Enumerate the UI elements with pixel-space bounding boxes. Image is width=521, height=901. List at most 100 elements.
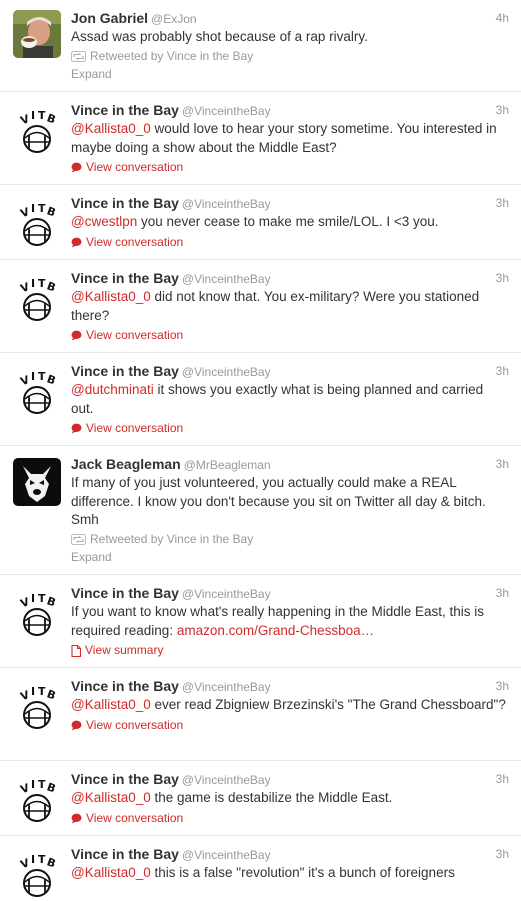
tweet-text: @dutchminati it shows you exactly what i… — [71, 381, 509, 418]
user-handle[interactable]: @VinceintheBay — [182, 848, 271, 862]
expand-link[interactable]: Expand — [71, 549, 509, 566]
user-handle[interactable]: @MrBeagleman — [184, 458, 271, 472]
tweet[interactable]: V I T B Vince in the Bay @VinceintheBay 3h @Kal… — [0, 260, 521, 353]
retweeted-by-label[interactable]: Retweeted by Vince in the Bay — [90, 531, 253, 548]
tweet[interactable]: V I T B Vince in the Bay @VinceintheBay 3h @Kal… — [0, 92, 521, 185]
retweet-indicator: Retweeted by Vince in the Bay — [71, 531, 509, 548]
mention-link[interactable]: @cwestlpn — [71, 214, 137, 229]
view-conversation-link[interactable]: View conversation — [71, 327, 509, 344]
tweet[interactable]: V I T B Vince in the Bay @VinceintheBay 3h @cwe… — [0, 185, 521, 260]
tweet-text-segment: If many of you just volunteered, you act… — [71, 475, 486, 528]
svg-text:I: I — [31, 202, 35, 215]
vitb-avatar[interactable]: VITB — [13, 685, 61, 733]
view-conversation-link[interactable]: View conversation — [71, 420, 509, 437]
view-conversation-link[interactable]: View conversation — [71, 810, 509, 827]
view-conversation-link[interactable]: View conversation — [71, 159, 509, 176]
vitb-avatar[interactable]: VITB — [13, 370, 61, 418]
action-label: View conversation — [86, 328, 184, 343]
timestamp[interactable]: 3h — [496, 845, 509, 863]
user-name[interactable]: Vince in the Bay — [71, 585, 179, 601]
user-handle[interactable]: @VinceintheBay — [182, 272, 271, 286]
view-conversation-link[interactable]: View conversation — [71, 717, 509, 734]
tweet[interactable]: V I T B Vince in the Bay @VinceintheBay 3h @Kal… — [0, 836, 521, 901]
photo-avatar[interactable] — [13, 10, 61, 58]
dog-avatar[interactable] — [13, 458, 61, 506]
speech-bubble-icon — [71, 720, 82, 731]
tweet-text: @Kallista0_0 did not know that. You ex-m… — [71, 288, 509, 325]
timestamp[interactable]: 3h — [496, 269, 509, 287]
timestamp[interactable]: 3h — [496, 101, 509, 119]
vitb-avatar[interactable]: VITB — [13, 778, 61, 826]
tweet-header: Vince in the Bay @VinceintheBay — [71, 677, 509, 695]
tweet-header: Jon Gabriel @ExJon — [71, 9, 509, 27]
retweeted-by-label[interactable]: Retweeted by Vince in the Bay — [90, 48, 253, 65]
mention-link[interactable]: @Kallista0_0 — [71, 121, 151, 136]
mention-link[interactable]: @Kallista0_0 — [71, 289, 151, 304]
user-name[interactable]: Jon Gabriel — [71, 10, 148, 26]
timestamp[interactable]: 3h — [496, 455, 509, 473]
url-link[interactable]: amazon.com/Grand-Chessboa… — [177, 623, 374, 638]
user-handle[interactable]: @VinceintheBay — [182, 773, 271, 787]
user-name[interactable]: Vince in the Bay — [71, 678, 179, 694]
tweet[interactable]: V I T B Vince in the Bay @VinceintheBay 3h @dut… — [0, 353, 521, 446]
mention-link[interactable]: @Kallista0_0 — [71, 790, 151, 805]
view-summary-link[interactable]: View summary — [71, 642, 509, 659]
timestamp[interactable]: 3h — [496, 770, 509, 788]
timestamp[interactable]: 3h — [496, 362, 509, 380]
svg-text:T: T — [38, 370, 46, 383]
user-name[interactable]: Vince in the Bay — [71, 771, 179, 787]
timestamp[interactable]: 4h — [496, 9, 509, 27]
user-name[interactable]: Vince in the Bay — [71, 102, 179, 118]
timestamp[interactable]: 3h — [496, 194, 509, 212]
mention-link[interactable]: @Kallista0_0 — [71, 697, 151, 712]
tweet-header: Vince in the Bay @VinceintheBay — [71, 194, 509, 212]
mention-link[interactable]: @dutchminati — [71, 382, 154, 397]
mention-link[interactable]: @Kallista0_0 — [71, 865, 151, 880]
tweet[interactable]: Jon Gabriel @ExJon 4h Assad was probably sh… — [0, 0, 521, 92]
tweet-header: Jack Beagleman @MrBeagleman — [71, 455, 509, 473]
user-handle[interactable]: @VinceintheBay — [182, 197, 271, 211]
vitb-avatar[interactable]: VITB — [13, 277, 61, 325]
user-handle[interactable]: @VinceintheBay — [182, 365, 271, 379]
retweet-icon — [71, 533, 86, 545]
tweet[interactable]: V I T B Vince in the Bay @VinceintheBay 3h If y… — [0, 575, 521, 668]
tweet-text: @Kallista0_0 ever read Zbigniew Brzezins… — [71, 696, 509, 715]
tweet-text-segment: this is a false "revolution" it's a bunc… — [150, 865, 455, 880]
tweet-text: @Kallista0_0 this is a false "revolution… — [71, 864, 509, 883]
svg-text:T: T — [38, 853, 46, 866]
user-handle[interactable]: @VinceintheBay — [182, 104, 271, 118]
tweet[interactable]: V I T B Vince in the Bay @VinceintheBay 3h @Kal… — [0, 761, 521, 836]
user-handle[interactable]: @VinceintheBay — [182, 680, 271, 694]
tweet[interactable]: V I T B Vince in the Bay @VinceintheBay 3h @Kal… — [0, 668, 521, 761]
expand-link[interactable]: Expand — [71, 66, 509, 83]
user-handle[interactable]: @ExJon — [151, 12, 197, 26]
action-label: View conversation — [86, 234, 184, 249]
tweet-header: Vince in the Bay @VinceintheBay — [71, 584, 509, 602]
vitb-avatar[interactable]: VITB — [13, 592, 61, 640]
svg-text:T: T — [38, 592, 46, 605]
speech-bubble-icon — [71, 330, 82, 341]
tweet-text-segment: the game is destabilize the Middle East. — [150, 790, 393, 805]
tweet-header: Vince in the Bay @VinceintheBay — [71, 269, 509, 287]
user-name[interactable]: Vince in the Bay — [71, 270, 179, 286]
tweet-header: Vince in the Bay @VinceintheBay — [71, 101, 509, 119]
user-name[interactable]: Jack Beagleman — [71, 456, 181, 472]
speech-bubble-icon — [71, 162, 82, 173]
action-label: View conversation — [86, 421, 184, 436]
action-label: View summary — [85, 643, 164, 658]
user-name[interactable]: Vince in the Bay — [71, 846, 179, 862]
user-name[interactable]: Vince in the Bay — [71, 363, 179, 379]
user-name[interactable]: Vince in the Bay — [71, 195, 179, 211]
tweet-stream: Jon Gabriel @ExJon 4h Assad was probably sh… — [0, 0, 521, 901]
timestamp[interactable]: 3h — [496, 584, 509, 602]
vitb-avatar[interactable]: VITB — [13, 202, 61, 250]
timestamp[interactable]: 3h — [496, 677, 509, 695]
svg-text:I: I — [31, 109, 35, 122]
vitb-avatar[interactable]: VITB — [13, 853, 61, 901]
view-conversation-link[interactable]: View conversation — [71, 234, 509, 251]
tweet-header: Vince in the Bay @VinceintheBay — [71, 770, 509, 788]
tweet[interactable]: Jack Beagleman @MrBeagleman 3h If many of y… — [0, 446, 521, 575]
vitb-avatar[interactable]: VITB — [13, 109, 61, 157]
tweet-text: If you want to know what's really happen… — [71, 603, 509, 640]
user-handle[interactable]: @VinceintheBay — [182, 587, 271, 601]
